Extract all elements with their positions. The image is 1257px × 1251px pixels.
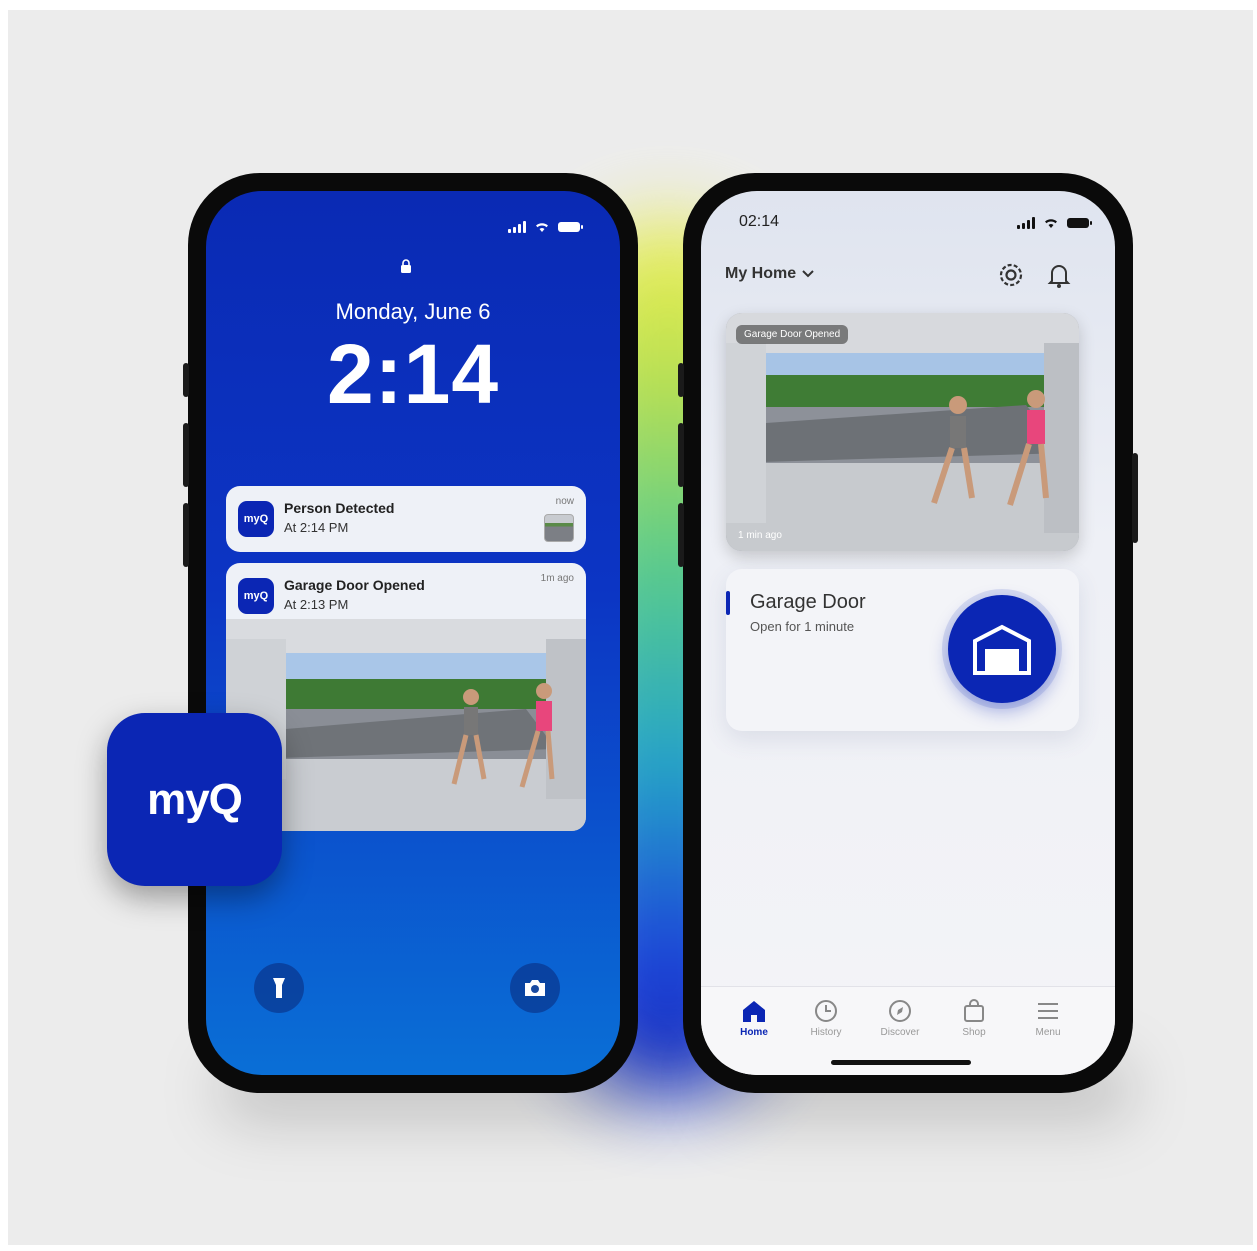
myq-app-icon: myQ [238, 578, 274, 614]
tab-menu[interactable]: Menu [1013, 999, 1083, 1038]
signal-icon [508, 221, 526, 233]
camera-timestamp: 1 min ago [738, 530, 782, 541]
tab-discover[interactable]: Discover [865, 999, 935, 1038]
flashlight-button[interactable] [254, 963, 304, 1013]
garage-door-toggle-button[interactable] [948, 595, 1056, 703]
home-selector[interactable]: My Home [725, 265, 814, 283]
garage-icon [973, 624, 1031, 675]
app-screen: 02:14 My Home Garage Door Opened 1 min a… [701, 191, 1115, 1075]
notification-title: Garage Door Opened [284, 577, 425, 593]
side-button [183, 503, 189, 567]
bag-icon [964, 999, 984, 1022]
lock-screen: Monday, June 6 2:14 myQ Person Detected … [206, 191, 620, 1075]
myq-app-icon: myQ [238, 501, 274, 537]
logo-text: myQ [147, 774, 243, 824]
garage-door-card[interactable]: Garage Door Open for 1 minute [726, 569, 1079, 731]
gear-icon[interactable] [995, 259, 1027, 291]
flashlight-icon [273, 978, 285, 998]
status-bar [1017, 217, 1092, 229]
side-button [678, 423, 684, 487]
tab-home[interactable]: Home [719, 999, 789, 1038]
wifi-icon [536, 223, 548, 232]
notification-time: now [555, 496, 574, 507]
chevron-down-icon [802, 270, 814, 278]
home-selector-label: My Home [725, 265, 797, 282]
camera-icon [525, 980, 545, 996]
tab-label: Home [740, 1027, 768, 1038]
myq-app-logo: myQ [107, 713, 282, 886]
notification-time: 1m ago [540, 573, 574, 584]
home-indicator [831, 1060, 971, 1065]
lock-clock: 2:14 [326, 327, 500, 421]
snapshot-thumbnail [544, 514, 574, 542]
bottom-tab-bar: Home History Discover Shop Menu [701, 986, 1115, 1075]
status-bar [508, 221, 583, 233]
door-title: Garage Door [750, 591, 866, 613]
door-status: Open for 1 minute [750, 619, 855, 634]
tab-shop[interactable]: Shop [939, 999, 1009, 1038]
notification-bell-icon[interactable] [1043, 259, 1075, 291]
battery-icon [558, 222, 583, 232]
camera-button[interactable] [510, 963, 560, 1013]
lock-date: Monday, June 6 [335, 299, 491, 324]
battery-icon [1067, 218, 1092, 228]
side-button [678, 363, 684, 397]
notification-title: Person Detected [284, 500, 395, 516]
side-button [183, 363, 189, 397]
wifi-icon [1045, 219, 1057, 228]
compass-icon [889, 1000, 911, 1022]
side-button [678, 503, 684, 567]
app-phone: 02:14 My Home Garage Door Opened 1 min a… [678, 173, 1138, 1093]
tab-label: History [810, 1027, 842, 1038]
tab-label: Discover [880, 1027, 920, 1038]
signal-icon [1017, 217, 1035, 229]
camera-feed[interactable]: Garage Door Opened 1 min ago [726, 313, 1079, 551]
status-accent [726, 591, 730, 615]
camera-event-badge: Garage Door Opened [736, 325, 849, 344]
power-button [1132, 453, 1138, 543]
notification-subtitle: At 2:13 PM [284, 597, 349, 612]
side-button [183, 423, 189, 487]
tab-label: Menu [1035, 1027, 1061, 1038]
notification-person-detected[interactable]: myQ Person Detected At 2:14 PM now [226, 486, 586, 552]
notification-subtitle: At 2:14 PM [284, 520, 349, 535]
status-time: 02:14 [739, 213, 780, 230]
menu-icon [1038, 1003, 1058, 1019]
home-icon [743, 1001, 765, 1022]
tab-history[interactable]: History [791, 999, 861, 1038]
lock-screen-phone: Monday, June 6 2:14 myQ Person Detected … [183, 173, 638, 1093]
tab-label: Shop [962, 1027, 986, 1038]
lock-icon [401, 259, 411, 273]
clock-icon [815, 1000, 837, 1022]
